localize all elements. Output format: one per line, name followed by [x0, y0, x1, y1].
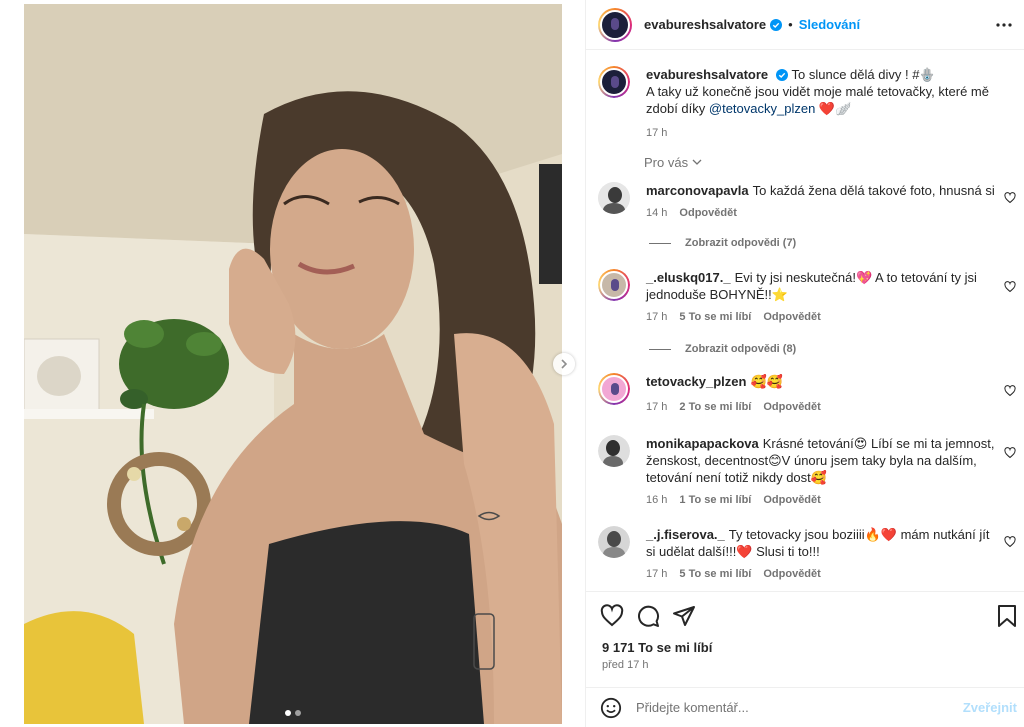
view-replies-label: Zobrazit odpovědi (7) — [685, 237, 797, 249]
comment-username[interactable]: _.eluskq017._ — [646, 270, 731, 285]
like-button[interactable] — [600, 604, 624, 628]
carousel-dot — [295, 710, 301, 716]
comment-username[interactable]: tetovacky_plzen — [646, 374, 746, 389]
comment-time: 17 h — [646, 568, 668, 580]
heart-icon[interactable] — [1004, 385, 1016, 397]
reply-button[interactable]: Odpovědět — [679, 205, 736, 222]
post-media-area — [0, 0, 585, 727]
for-you-label: Pro vás — [644, 155, 689, 170]
commenter-avatar[interactable] — [598, 373, 630, 405]
comment-likes[interactable]: 5 To se mi líbí — [679, 309, 751, 326]
commenter-avatar[interactable] — [598, 182, 630, 214]
caption-username[interactable]: evabureshsalvatore — [646, 67, 768, 82]
commenter-avatar[interactable] — [598, 269, 630, 301]
comment-time: 17 h — [646, 401, 668, 413]
header-separator: • — [788, 17, 793, 32]
reply-button[interactable]: Odpovědět — [763, 492, 820, 509]
comment-time: 17 h — [646, 311, 668, 323]
heart-icon[interactable] — [1004, 447, 1016, 459]
carousel-next-button[interactable] — [553, 353, 575, 375]
carousel-indicator — [285, 710, 301, 716]
verified-badge-icon — [770, 18, 783, 31]
heart-icon[interactable] — [1004, 192, 1016, 204]
post-actions: 9 171 To se mi líbí před 17 h — [586, 591, 1024, 687]
comments-list[interactable]: evabureshsalvatore To slunce dělá divy !… — [586, 51, 1024, 591]
post-comment-button[interactable]: Zveřejnit — [963, 700, 1017, 715]
view-replies-label: Zobrazit odpovědi (8) — [685, 343, 797, 355]
comment-time: 16 h — [646, 494, 668, 506]
post-header: evabureshsalvatore • Sledování — [586, 0, 1024, 50]
verified-badge-icon — [776, 69, 789, 81]
comment-button[interactable] — [636, 604, 660, 628]
comment-composer: Zveřejnit — [586, 687, 1024, 727]
caption-end: ❤️🪽 — [815, 101, 852, 116]
comment-username[interactable]: monikapapackova — [646, 436, 759, 451]
comment-likes[interactable]: 1 To se mi líbí — [679, 492, 751, 509]
emoji-icon[interactable] — [600, 697, 622, 719]
share-button[interactable] — [672, 604, 696, 628]
post-details-panel: evabureshsalvatore • Sledování evaburesh… — [585, 0, 1024, 727]
reply-button[interactable]: Odpovědět — [763, 309, 820, 326]
bookmark-button[interactable] — [997, 604, 1017, 628]
author-username[interactable]: evabureshsalvatore — [644, 17, 766, 32]
comment-text: 🥰🥰 — [750, 374, 783, 389]
comment-input[interactable] — [636, 700, 946, 715]
author-avatar-small[interactable] — [598, 66, 630, 98]
likes-count[interactable]: 9 171 To se mi líbí — [602, 640, 712, 655]
chevron-down-icon — [692, 159, 702, 165]
caption-mention[interactable]: @tetovacky_plzen — [709, 101, 815, 116]
comment-text: To každá žena dělá takové foto, hnusná s… — [752, 183, 995, 198]
comment-username[interactable]: _.j.fiserova._ — [646, 527, 725, 542]
heart-icon[interactable] — [1004, 281, 1016, 293]
heart-icon[interactable] — [1004, 536, 1016, 548]
view-replies-button[interactable]: Zobrazit odpovědi (7) — [649, 237, 796, 249]
follow-button[interactable]: Sledování — [799, 17, 860, 32]
comment-likes[interactable]: 5 To se mi líbí — [679, 566, 751, 583]
caption-text-line1: To slunce dělá divy ! #🪬 — [791, 67, 936, 82]
comment-likes[interactable]: 2 To se mi líbí — [679, 399, 751, 416]
commenter-avatar[interactable] — [598, 435, 630, 467]
author-avatar[interactable] — [598, 7, 632, 42]
caption-time: 17 h — [646, 127, 668, 139]
commenter-avatar[interactable] — [598, 526, 630, 558]
post-time-ago: před 17 h — [602, 659, 649, 671]
view-replies-button[interactable]: Zobrazit odpovědi (8) — [649, 343, 796, 355]
comment-time: 14 h — [646, 207, 668, 219]
comment-username[interactable]: marconovapavla — [646, 183, 749, 198]
selfie-photo-illustration — [24, 4, 562, 724]
post-photo[interactable] — [24, 4, 562, 724]
reply-button[interactable]: Odpovědět — [763, 399, 820, 416]
reply-button[interactable]: Odpovědět — [763, 566, 820, 583]
more-options-icon[interactable] — [995, 16, 1013, 34]
for-you-filter[interactable]: Pro vás — [644, 155, 702, 170]
chevron-right-icon — [561, 359, 568, 369]
carousel-dot-active — [285, 710, 291, 716]
